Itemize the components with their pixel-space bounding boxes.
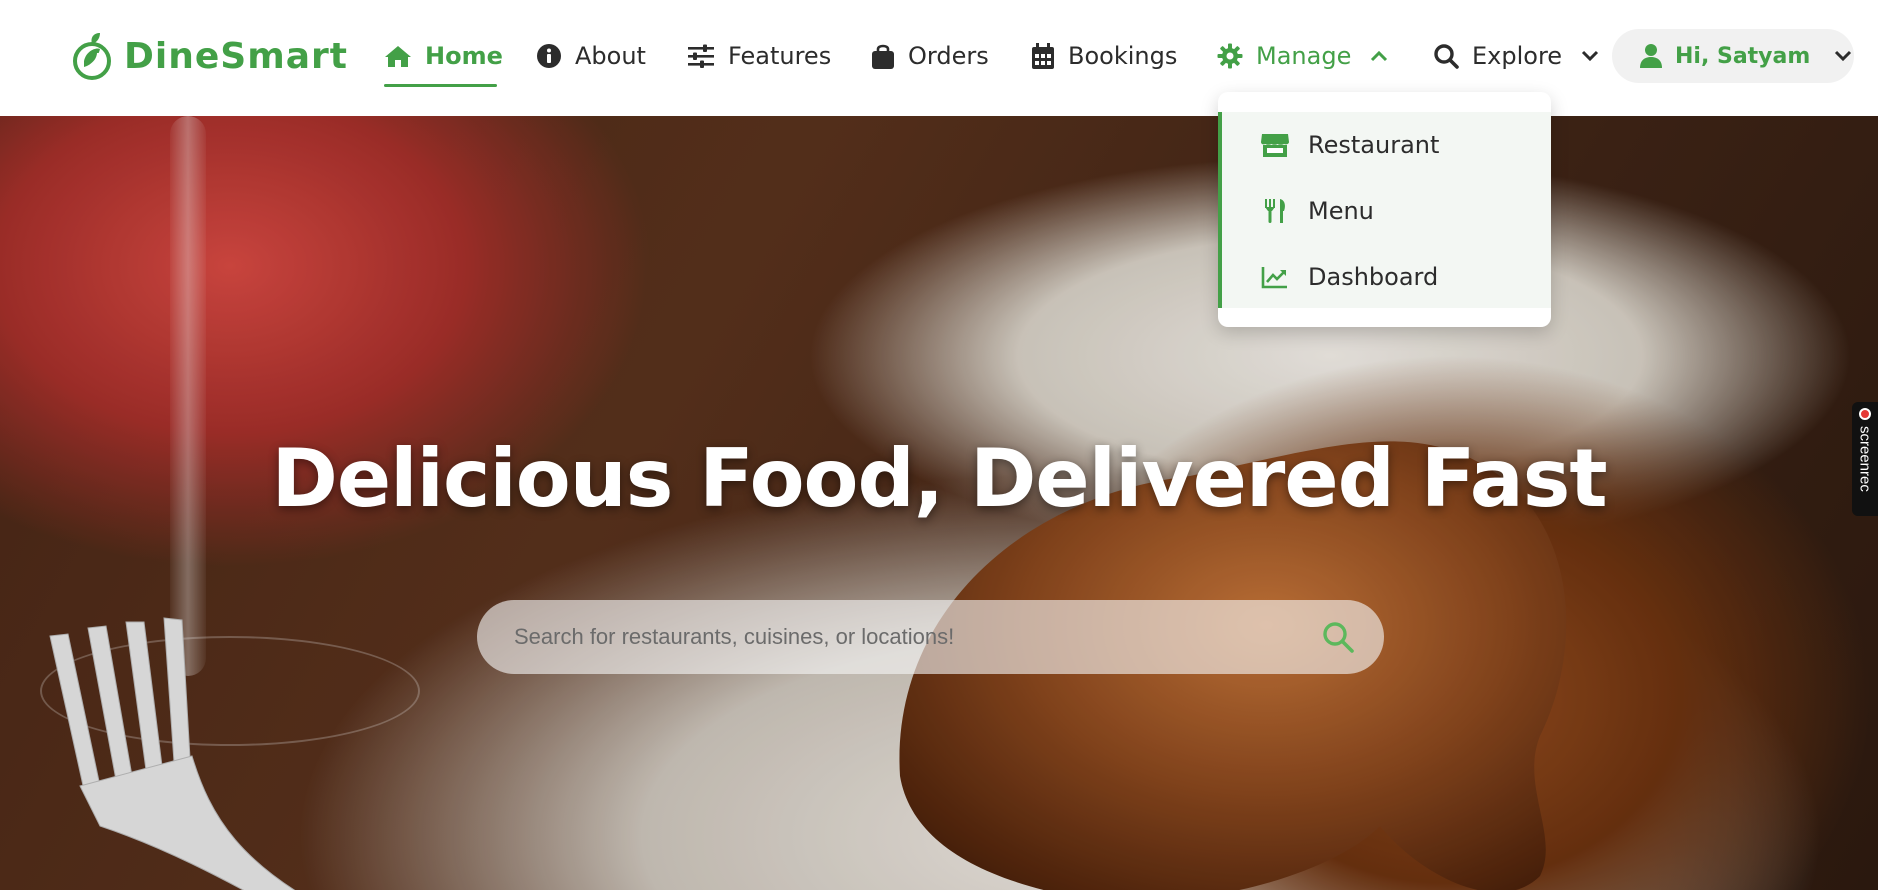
search-submit-button[interactable] — [1322, 621, 1354, 653]
dropdown-item-restaurant[interactable]: Restaurant — [1222, 112, 1551, 178]
info-icon — [537, 44, 561, 68]
chevron-down-icon — [1582, 50, 1599, 62]
hero-title: Delicious Food, Delivered Fast — [271, 432, 1607, 525]
screenrec-label: screenrec — [1856, 426, 1874, 492]
nav-explore[interactable]: Explore — [1433, 38, 1599, 74]
search-icon — [1323, 622, 1354, 653]
nav-about-label: About — [575, 42, 646, 70]
navbar: DineSmart Home About Features Orders Boo… — [0, 0, 1878, 116]
chart-line-icon — [1261, 267, 1287, 289]
leaf-logo-icon — [73, 33, 111, 80]
dropdown-item-label: Restaurant — [1308, 131, 1440, 159]
dropdown-item-label: Menu — [1308, 197, 1374, 225]
nav-home[interactable]: Home — [384, 38, 503, 74]
chevron-down-icon — [1835, 50, 1852, 62]
hero-banner: Delicious Food, Delivered Fast — [0, 116, 1878, 890]
hero-search-input[interactable] — [514, 624, 1322, 650]
user-menu-button[interactable]: Hi, Satyam — [1612, 29, 1854, 83]
screenrec-tab[interactable]: screenrec — [1852, 402, 1878, 516]
dropdown-item-dashboard[interactable]: Dashboard — [1222, 244, 1551, 310]
brand-name: DineSmart — [124, 35, 348, 77]
nav-about[interactable]: About — [536, 38, 646, 74]
nav-features[interactable]: Features — [687, 38, 831, 74]
gear-icon — [1217, 43, 1243, 69]
record-dot-icon — [1859, 408, 1871, 420]
hero-search-bar — [477, 600, 1384, 674]
manage-dropdown-list: Restaurant Menu Dashboard — [1218, 112, 1551, 308]
nav-bookings-label: Bookings — [1068, 42, 1178, 70]
dropdown-item-menu[interactable]: Menu — [1222, 178, 1551, 244]
nav-bookings[interactable]: Bookings — [1031, 38, 1177, 74]
nav-orders[interactable]: Orders — [871, 38, 989, 74]
calendar-icon — [1032, 42, 1054, 69]
nav-home-label: Home — [425, 42, 503, 70]
user-greeting: Hi, Satyam — [1675, 43, 1811, 69]
nav-manage-label: Manage — [1256, 42, 1352, 70]
search-icon — [1434, 44, 1459, 69]
dropdown-item-label: Dashboard — [1308, 263, 1439, 291]
home-icon — [385, 46, 411, 67]
manage-dropdown-menu: Restaurant Menu Dashboard — [1218, 92, 1551, 327]
store-icon — [1261, 134, 1289, 157]
nav-features-label: Features — [728, 42, 832, 70]
active-nav-underline — [384, 84, 497, 87]
nav-explore-label: Explore — [1472, 42, 1563, 70]
shopping-bag-icon — [872, 44, 894, 69]
brand-logo[interactable]: DineSmart — [72, 30, 348, 82]
user-icon — [1640, 44, 1662, 68]
nav-orders-label: Orders — [908, 42, 989, 70]
chevron-up-icon — [1371, 50, 1388, 62]
utensils-icon — [1265, 199, 1285, 223]
sliders-icon — [688, 44, 714, 68]
nav-manage[interactable]: Manage — [1217, 38, 1388, 74]
